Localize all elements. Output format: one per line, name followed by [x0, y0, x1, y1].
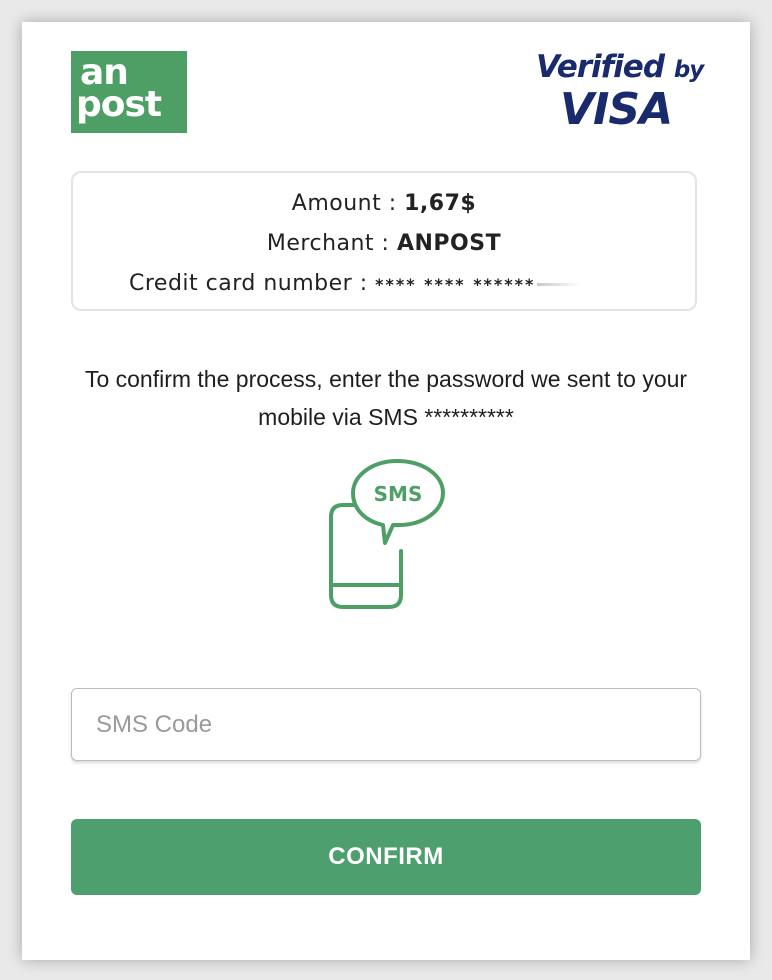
sms-phone-icon: SMS — [329, 459, 445, 609]
merchant-value: ANPOST — [396, 231, 502, 256]
amount-value: 1,67$ — [404, 191, 477, 216]
sms-icon-label: SMS — [374, 482, 423, 506]
visa-logo-verified: Verified by — [536, 49, 704, 85]
redaction-fade — [537, 282, 582, 286]
card-number-row: Credit card number : **** **** ****** — [129, 271, 582, 296]
confirm-button[interactable]: CONFIRM — [71, 819, 701, 895]
payment-verification-card: an post Verified by VISA Amount : 1,67$ … — [22, 22, 750, 960]
transaction-summary: Amount : 1,67$ Merchant : ANPOST Credit … — [71, 171, 697, 311]
amount-label: Amount : — [291, 191, 405, 216]
visa-logo-by: by — [673, 57, 704, 83]
visa-logo-name: VISA — [560, 84, 673, 135]
verified-by-visa-logo: Verified by VISA — [528, 48, 704, 132]
card-number-label: Credit card number : — [129, 271, 376, 296]
anpost-logo-line2: post — [76, 84, 162, 125]
merchant-row: Merchant : ANPOST — [73, 231, 695, 256]
card-number-value: **** **** ****** — [375, 275, 536, 294]
sms-instruction-text: To confirm the process, enter the passwo… — [84, 366, 688, 430]
merchant-label: Merchant : — [266, 231, 397, 256]
amount-row: Amount : 1,67$ — [73, 191, 695, 216]
anpost-logo: an post — [71, 51, 187, 133]
sms-code-input[interactable] — [71, 688, 701, 761]
